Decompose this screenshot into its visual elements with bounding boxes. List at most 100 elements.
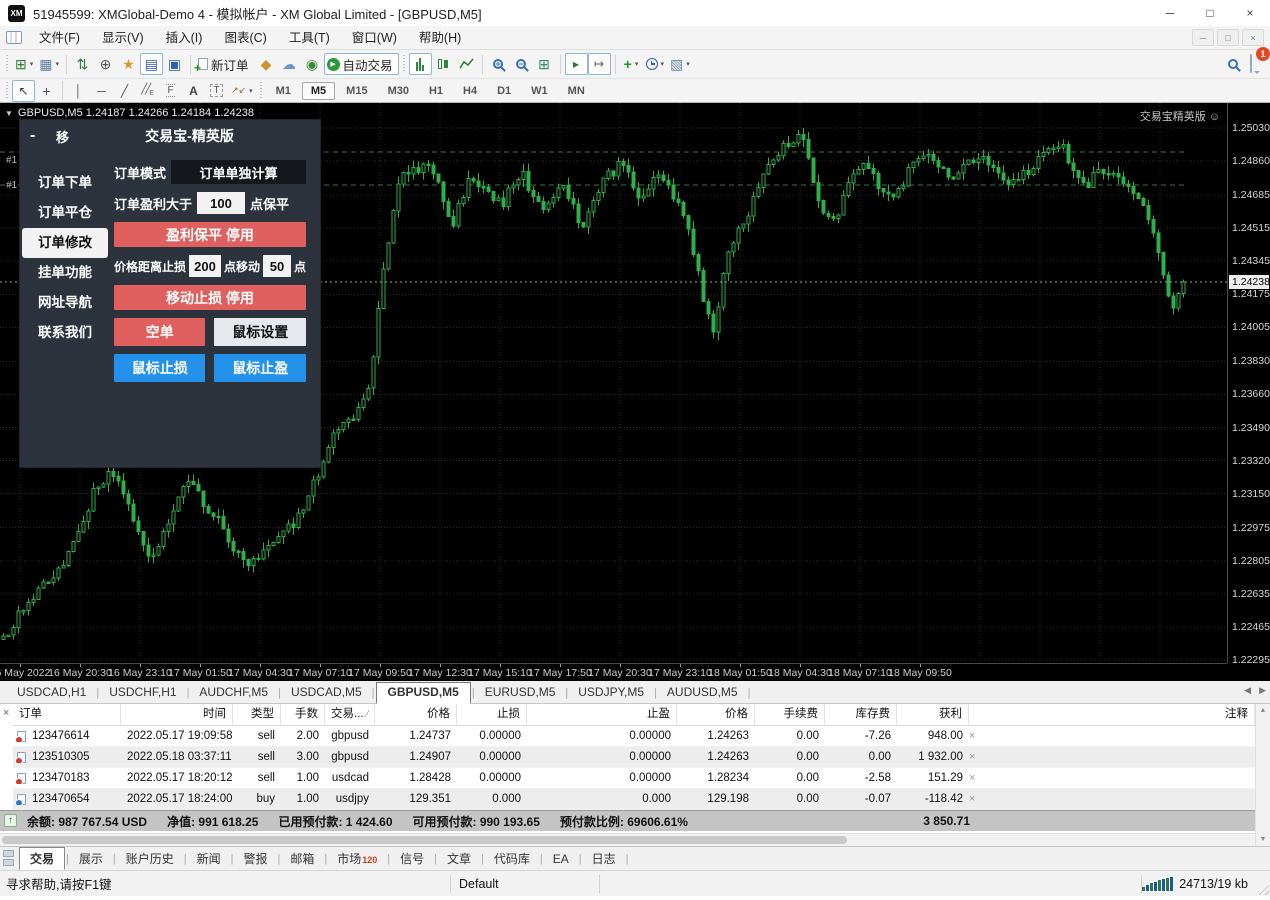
order-mode-button[interactable]: 订单单独计算 bbox=[171, 160, 306, 184]
tick-chart-button[interactable]: ⇅ bbox=[71, 53, 94, 75]
crosshair-tool-button[interactable]: + bbox=[35, 80, 58, 102]
col-symbol[interactable]: 交易...∕ bbox=[325, 704, 375, 725]
chart-tab[interactable]: AUDCHF,M5 bbox=[190, 682, 277, 703]
periods-button[interactable]: ▾ bbox=[643, 53, 668, 75]
new-order-button[interactable]: 新订单 bbox=[195, 53, 255, 75]
chart-shift-toggle[interactable]: ↦ bbox=[588, 53, 611, 75]
data-window-button[interactable]: ▣ bbox=[163, 53, 186, 75]
zoom-out-button[interactable]: − bbox=[510, 53, 533, 75]
close-position-button[interactable]: × bbox=[969, 751, 989, 763]
fibonacci-button[interactable]: F bbox=[159, 80, 182, 102]
auto-scroll-toggle[interactable]: ▸ bbox=[565, 53, 588, 75]
bar-chart-button[interactable] bbox=[409, 53, 432, 75]
mouse-settings-button[interactable]: 鼠标设置 bbox=[214, 318, 306, 346]
trailing-stop-toggle-button[interactable]: 移动止损 停用 bbox=[114, 285, 306, 310]
menu-item[interactable]: 工具(T) bbox=[278, 26, 341, 50]
trendline-button[interactable]: ╱ bbox=[113, 80, 136, 102]
panel-title-bar[interactable]: - 移 交易宝-精英版 bbox=[20, 120, 320, 152]
toolbox-tab[interactable]: 日志 bbox=[583, 847, 625, 870]
toolbox-tab[interactable]: 信号 bbox=[391, 847, 433, 870]
trail-distance-input[interactable] bbox=[189, 255, 221, 277]
col-volume[interactable]: 手数 bbox=[281, 704, 325, 725]
panel-minimize-button[interactable]: - bbox=[30, 127, 46, 145]
chart-area[interactable]: ▼ GBPUSD,M5 1.24187 1.24266 1.24184 1.24… bbox=[0, 103, 1270, 681]
col-price[interactable]: 价格 bbox=[375, 704, 457, 725]
breakeven-toggle-button[interactable]: 盈利保平 停用 bbox=[114, 222, 306, 247]
close-position-button[interactable]: × bbox=[969, 730, 989, 742]
zoom-in-button[interactable]: + bbox=[487, 53, 510, 75]
time-axis[interactable]: 16 May 202216 May 20:3016 May 23:1017 Ma… bbox=[0, 663, 1227, 681]
child-restore-button[interactable]: □ bbox=[1217, 29, 1239, 46]
tab-scroll-right-icon[interactable]: ▶ bbox=[1259, 685, 1266, 696]
child-minimize-button[interactable]: ─ bbox=[1192, 29, 1214, 46]
col-commission[interactable]: 手续费 bbox=[755, 704, 825, 725]
mouse-takeprofit-button[interactable]: 鼠标止盈 bbox=[214, 354, 306, 382]
chart-tab[interactable]: USDJPY,M5 bbox=[569, 682, 653, 703]
trail-step-input[interactable] bbox=[263, 255, 291, 277]
chart-tab[interactable]: USDCAD,M5 bbox=[282, 682, 371, 703]
panel-menu-item[interactable]: 订单平仓 bbox=[20, 198, 110, 228]
timeframe-button[interactable]: M15 bbox=[337, 82, 376, 100]
panel-menu-item[interactable]: 订单修改 bbox=[22, 228, 108, 258]
alerts-button[interactable]: ◉ bbox=[301, 53, 324, 75]
chart-tab[interactable]: USDCHF,H1 bbox=[100, 682, 185, 703]
order-row[interactable]: 123476614 2022.05.17 19:09:58 sell 2.00 … bbox=[13, 726, 1255, 747]
toolbar-drag-handle[interactable] bbox=[401, 55, 407, 73]
search-button[interactable] bbox=[1228, 59, 1238, 69]
panel-move-button[interactable]: 移 bbox=[56, 127, 69, 146]
window-close-button[interactable]: × bbox=[1230, 0, 1270, 26]
equidistant-channel-button[interactable]: ╱╱E bbox=[136, 80, 159, 102]
close-position-button[interactable]: × bbox=[969, 772, 989, 784]
vertical-scrollbar[interactable]: ▲ ▼ bbox=[1255, 704, 1270, 846]
text-label-button[interactable]: T bbox=[205, 80, 228, 102]
timeframe-button[interactable]: M30 bbox=[379, 82, 418, 100]
timeframe-button[interactable]: MN bbox=[559, 82, 594, 100]
favorites-button[interactable]: ★ bbox=[117, 53, 140, 75]
connection-status[interactable]: 24713/19 kb bbox=[1142, 877, 1270, 891]
scroll-down-icon[interactable]: ▼ bbox=[1260, 836, 1267, 843]
chart-tab[interactable]: EURUSD,M5 bbox=[476, 682, 565, 703]
panel-menu-item[interactable]: 联系我们 bbox=[20, 318, 110, 348]
indicators-button[interactable]: +▾ bbox=[620, 53, 643, 75]
timeframe-button[interactable]: H1 bbox=[420, 82, 452, 100]
toolbox-tab[interactable]: EA bbox=[544, 849, 578, 869]
child-close-button[interactable]: × bbox=[1242, 29, 1264, 46]
menu-item[interactable]: 图表(C) bbox=[213, 26, 277, 50]
menu-item[interactable]: 窗口(W) bbox=[341, 26, 408, 50]
toolbar-drag-handle[interactable] bbox=[4, 55, 10, 73]
order-row[interactable]: 123510305 2022.05.18 03:37:11 sell 3.00 … bbox=[13, 747, 1255, 768]
order-row[interactable]: 123470183 2022.05.17 18:20:12 sell 1.00 … bbox=[13, 768, 1255, 789]
toolbox-tab[interactable]: 新闻 bbox=[188, 847, 230, 870]
menu-item[interactable]: 帮助(H) bbox=[408, 26, 472, 50]
panel-menu-item[interactable]: 订单下单 bbox=[20, 168, 110, 198]
window-minimize-button[interactable]: ─ bbox=[1150, 0, 1190, 26]
toolbox-tab[interactable]: 代码库 bbox=[485, 847, 539, 870]
toolbox-tab[interactable]: 邮箱 bbox=[281, 847, 323, 870]
col-order[interactable]: 订单 bbox=[13, 704, 121, 725]
toolbox-dock-icon[interactable] bbox=[2, 849, 15, 868]
panel-menu-item[interactable]: 网址导航 bbox=[20, 288, 110, 318]
toolbox-close-icon[interactable]: × bbox=[3, 707, 9, 719]
timeframe-button[interactable]: W1 bbox=[522, 82, 557, 100]
timeframe-button[interactable]: H4 bbox=[454, 82, 486, 100]
tab-scroll-left-icon[interactable]: ◀ bbox=[1244, 685, 1251, 696]
timeframe-button[interactable]: M5 bbox=[302, 82, 335, 100]
crosshair-button[interactable]: ⊕ bbox=[94, 53, 117, 75]
col-type[interactable]: 类型 bbox=[233, 704, 281, 725]
horizontal-scrollbar[interactable] bbox=[0, 833, 1255, 846]
history-center-button[interactable]: ◆ bbox=[255, 53, 278, 75]
toolbox-tab[interactable]: 交易 bbox=[19, 847, 65, 870]
cursor-tool-button[interactable]: ↖ bbox=[12, 80, 35, 102]
col-takeprofit[interactable]: 止盈 bbox=[527, 704, 677, 725]
status-profile[interactable]: Default bbox=[451, 877, 599, 891]
toolbox-tab[interactable]: 警报 bbox=[235, 847, 277, 870]
sell-button[interactable]: 空单 bbox=[114, 318, 206, 346]
order-row[interactable]: 123470654 2022.05.17 18:24:00 buy 1.00 u… bbox=[13, 789, 1255, 810]
vertical-line-button[interactable]: │ bbox=[67, 80, 90, 102]
trade-assistant-panel[interactable]: - 移 交易宝-精英版 订单下单订单平仓订单修改挂单功能网址导航联系我们 订单模… bbox=[20, 120, 320, 467]
scrollbar-thumb[interactable] bbox=[2, 836, 847, 844]
toolbar-drag-handle[interactable] bbox=[258, 82, 264, 100]
price-scale[interactable]: 1.250301.248601.246851.245151.243451.241… bbox=[1227, 103, 1270, 663]
col-stoploss[interactable]: 止损 bbox=[457, 704, 527, 725]
chart-profiles-button[interactable]: ▦▾ bbox=[36, 53, 62, 75]
